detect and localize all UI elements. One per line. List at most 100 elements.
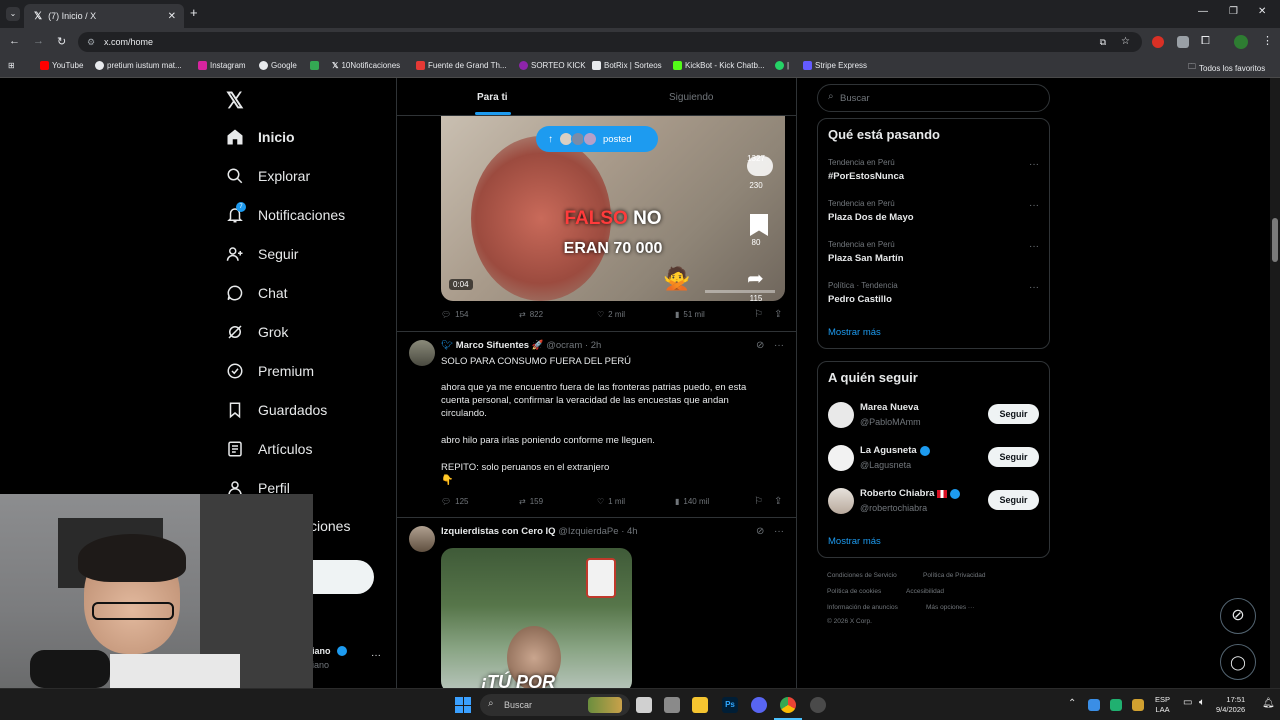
follow-button[interactable]: Seguir: [988, 404, 1039, 424]
tab-list-button[interactable]: ⌄: [6, 7, 20, 21]
volume-icon[interactable]: 🔈︎: [1199, 697, 1205, 708]
network-icon[interactable]: ▭: [1183, 697, 1192, 708]
extension-icon[interactable]: [1152, 36, 1164, 48]
trend-name[interactable]: #PorEstosNunca: [828, 171, 904, 182]
nav-inicio[interactable]: Inicio: [226, 128, 295, 146]
reply-button[interactable]: 💬︎ 154: [441, 310, 469, 319]
restore-icon[interactable]: ❐: [1229, 6, 1238, 17]
tweet-time[interactable]: · 2h: [585, 340, 601, 351]
trend-more-icon[interactable]: ···: [1029, 159, 1039, 170]
footer-link[interactable]: Accesibilidad: [906, 588, 944, 595]
bookmark-fuente[interactable]: Fuente de Grand Th...: [416, 61, 507, 70]
page-scrollbar[interactable]: [1270, 78, 1280, 688]
bookmark-colors[interactable]: [310, 61, 319, 70]
grok-float-icon[interactable]: ⊘: [1220, 598, 1256, 634]
share-icon[interactable]: ⇪: [774, 496, 782, 507]
footer-link[interactable]: Más opciones ···: [926, 604, 974, 611]
author-name[interactable]: Marco Sifuentes: [456, 340, 529, 351]
footer-link[interactable]: Información de anuncios: [827, 604, 898, 611]
nav-premium[interactable]: Premium: [226, 362, 314, 380]
avatar[interactable]: [828, 488, 854, 514]
extension-icon[interactable]: [1177, 36, 1189, 48]
trend-more-icon[interactable]: ···: [1029, 282, 1039, 293]
nav-seguir[interactable]: Seguir: [226, 245, 298, 263]
bookmark-instagram[interactable]: Instagram: [198, 61, 246, 70]
new-posts-pill[interactable]: ↑ posted: [536, 126, 658, 152]
obs-icon[interactable]: [810, 697, 826, 713]
taskbar-search[interactable]: ⌕ Buscar: [480, 694, 630, 716]
avatar[interactable]: [409, 340, 435, 366]
minimize-icon[interactable]: —: [1198, 6, 1208, 17]
video-progress-bar[interactable]: [705, 290, 775, 293]
windows-start-icon[interactable]: [455, 697, 471, 713]
share-icon[interactable]: ⇪: [774, 309, 782, 320]
bookmark-whatsapp[interactable]: |: [775, 61, 789, 70]
author-handle[interactable]: @IzquierdaPe: [558, 526, 618, 537]
footer-link[interactable]: Política de cookies: [827, 588, 881, 595]
browser-menu-icon[interactable]: ⋮: [1262, 34, 1273, 47]
user-handle[interactable]: @PabloMAmm: [860, 417, 921, 427]
bookmark-pretium[interactable]: pretium iustum mat...: [95, 61, 182, 70]
extensions-puzzle-icon[interactable]: ⧠: [1201, 35, 1210, 48]
user-handle[interactable]: @Lagusneta: [860, 460, 911, 470]
nav-articulos[interactable]: Artículos: [226, 440, 312, 458]
search-input[interactable]: ⌕ Buscar: [817, 84, 1050, 112]
bookmark-star-icon[interactable]: ☆: [1121, 32, 1130, 52]
profile-avatar-icon[interactable]: [1234, 35, 1248, 49]
nav-explorar[interactable]: Explorar: [226, 167, 310, 185]
discord-icon[interactable]: [751, 697, 767, 713]
messages-float-icon[interactable]: ◯: [1220, 644, 1256, 680]
trends-show-more[interactable]: Mostrar más: [828, 327, 881, 338]
follow-button[interactable]: Seguir: [988, 447, 1039, 467]
user-name[interactable]: La Agusneta: [860, 445, 917, 456]
nav-notificaciones[interactable]: 7 Notificaciones: [226, 202, 345, 224]
bookmark-button[interactable]: ⚐: [754, 309, 763, 320]
browser-tab[interactable]: 𝕏 (7) Inicio / X ✕: [24, 4, 184, 28]
new-tab-icon[interactable]: +: [190, 5, 198, 20]
user-handle[interactable]: @robertochiabra: [860, 503, 927, 513]
footer-link[interactable]: Condiciones de Servicio: [827, 572, 897, 579]
apps-grid-icon[interactable]: ⊞: [8, 61, 15, 70]
tray-chevron-icon[interactable]: ⌃: [1068, 698, 1076, 709]
author-handle[interactable]: @ocram: [546, 340, 582, 351]
bookmark-youtube[interactable]: YouTube: [40, 61, 83, 70]
avatar[interactable]: [409, 526, 435, 552]
tweet-video[interactable]: ¡TÚ POR: [441, 548, 632, 688]
footer-link[interactable]: Política de Privacidad: [923, 572, 986, 579]
back-icon[interactable]: ←: [9, 35, 20, 47]
forward-icon[interactable]: →: [33, 35, 44, 47]
scrollbar-thumb[interactable]: [1272, 218, 1278, 262]
repost-button[interactable]: ⇄ 822: [519, 310, 543, 319]
tweet-more-icon[interactable]: ···: [774, 340, 784, 351]
user-name[interactable]: Marea Nueva: [860, 402, 919, 413]
site-info-icon[interactable]: ⚙: [87, 32, 95, 52]
like-button[interactable]: ♡ 2 mil: [597, 310, 625, 319]
url-input[interactable]: ⚙ x.com/home ⧉ ☆: [78, 32, 1142, 52]
trend-name[interactable]: Plaza San Martín: [828, 253, 904, 264]
nav-grok[interactable]: Grok: [226, 323, 288, 341]
trend-more-icon[interactable]: ···: [1029, 200, 1039, 211]
trend-name[interactable]: Pedro Castillo: [828, 294, 892, 305]
account-menu-icon[interactable]: ···: [371, 650, 381, 661]
language-indicator[interactable]: ESP LAA: [1155, 695, 1170, 715]
views-button[interactable]: ▮ 51 mil: [675, 310, 705, 319]
tray-app-icon[interactable]: [1110, 699, 1122, 711]
bookmark-sorteo-kick[interactable]: SORTEO KICK: [519, 61, 586, 70]
tweet-time[interactable]: · 4h: [621, 526, 637, 537]
tray-app-icon[interactable]: [1132, 699, 1144, 711]
bookmark-botrix[interactable]: BotRix | Sorteos: [592, 61, 662, 70]
who-to-follow-show-more[interactable]: Mostrar más: [828, 536, 881, 547]
nav-guardados[interactable]: Guardados: [226, 401, 327, 419]
chrome-icon[interactable]: [780, 697, 796, 713]
author-name[interactable]: Izquierdistas con Cero IQ: [441, 526, 556, 537]
bookmark-google[interactable]: Google: [259, 61, 297, 70]
x-logo-icon[interactable]: 𝕏: [226, 88, 244, 114]
all-favorites[interactable]: 🗀 Todos los favoritos: [1188, 61, 1265, 75]
tab-para-ti[interactable]: Para ti: [477, 92, 508, 103]
repost-button[interactable]: ⇄ 159: [519, 497, 543, 506]
tray-app-icon[interactable]: [1088, 699, 1100, 711]
photoshop-icon[interactable]: Ps: [722, 697, 738, 713]
grok-icon[interactable]: ⊘: [756, 526, 764, 537]
bookmark-kickbot[interactable]: KickBot - Kick Chatb...: [673, 61, 765, 70]
trend-more-icon[interactable]: ···: [1029, 241, 1039, 252]
